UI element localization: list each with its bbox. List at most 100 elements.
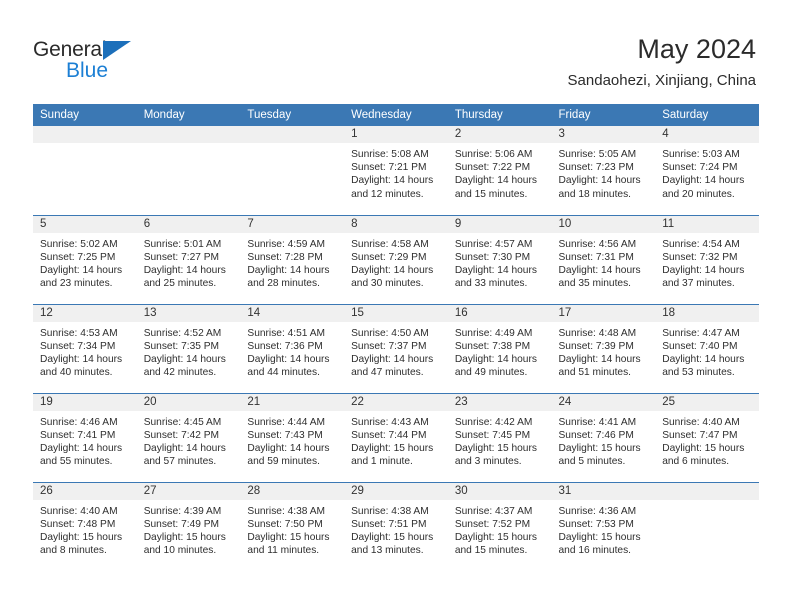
sunrise-text: Sunrise: 4:47 AM bbox=[662, 327, 740, 339]
day-number: 4 bbox=[655, 126, 759, 143]
calendar-day-cell[interactable]: 13 Sunrise: 4:52 AM Sunset: 7:35 PM Dayligh… bbox=[136, 303, 241, 393]
daylight-text-line2: and 51 minutes. bbox=[558, 367, 632, 379]
daylight-text-line2: and 10 minutes. bbox=[143, 545, 217, 557]
daylight-text-line2: and 35 minutes. bbox=[558, 278, 632, 290]
calendar-day-cell[interactable]: 26 Sunrise: 4:40 AM Sunset: 7:48 PM Dayligh… bbox=[33, 481, 137, 571]
calendar-day-cell[interactable]: 24 Sunrise: 4:41 AM Sunset: 7:46 PM Dayligh… bbox=[551, 392, 656, 482]
daylight-text-line1: Daylight: 14 hours bbox=[558, 175, 641, 187]
day-cell-content: 23 Sunrise: 4:42 AM Sunset: 7:45 PM Dayligh… bbox=[447, 393, 552, 482]
daylight-text-line1: Daylight: 14 hours bbox=[454, 264, 537, 276]
location-subtitle: Sandaohezi, Xinjiang, China bbox=[567, 72, 756, 89]
calendar-day-cell[interactable]: 12 Sunrise: 4:53 AM Sunset: 7:34 PM Dayligh… bbox=[33, 303, 137, 393]
calendar-day-cell bbox=[33, 126, 137, 215]
day-cell-content: 5 Sunrise: 5:02 AM Sunset: 7:25 PM Daylight… bbox=[33, 215, 137, 304]
sunset-text: Sunset: 7:35 PM bbox=[143, 340, 220, 352]
calendar-day-cell[interactable]: 8 Sunrise: 4:58 AM Sunset: 7:29 PM Daylight… bbox=[344, 214, 448, 304]
daylight-text-line2: and 13 minutes. bbox=[351, 545, 424, 557]
daylight-text-line2: and 6 minutes. bbox=[662, 456, 730, 468]
day-cell-content: 27 Sunrise: 4:39 AM Sunset: 7:49 PM Dayligh… bbox=[136, 482, 241, 571]
sunset-text: Sunset: 7:30 PM bbox=[454, 251, 531, 263]
day-number: 1 bbox=[344, 126, 448, 143]
day-cell-content: 16 Sunrise: 4:49 AM Sunset: 7:38 PM Dayligh… bbox=[447, 304, 552, 393]
calendar-day-cell[interactable]: 11 Sunrise: 4:54 AM Sunset: 7:32 PM Dayligh… bbox=[655, 214, 759, 304]
day-number: 17 bbox=[551, 304, 656, 322]
calendar-day-cell[interactable]: 22 Sunrise: 4:43 AM Sunset: 7:44 PM Dayligh… bbox=[344, 392, 448, 482]
day-details: Sunrise: 5:05 AM Sunset: 7:23 PM Daylight:… bbox=[552, 143, 656, 201]
day-number: 7 bbox=[240, 215, 345, 233]
calendar-day-cell[interactable]: 7 Sunrise: 4:59 AM Sunset: 7:28 PM Daylight… bbox=[240, 214, 345, 304]
day-number bbox=[136, 126, 241, 143]
sunset-text: Sunset: 7:38 PM bbox=[454, 340, 531, 352]
weekday-header-thursday: Thursday bbox=[447, 104, 552, 126]
day-details: Sunrise: 5:08 AM Sunset: 7:21 PM Daylight:… bbox=[344, 143, 448, 201]
calendar-day-cell bbox=[240, 126, 345, 215]
daylight-text-line2: and 3 minutes. bbox=[454, 456, 522, 468]
calendar-day-cell[interactable]: 9 Sunrise: 4:57 AM Sunset: 7:30 PM Daylight… bbox=[447, 214, 552, 304]
calendar-day-cell[interactable]: 23 Sunrise: 4:42 AM Sunset: 7:45 PM Dayligh… bbox=[447, 392, 552, 482]
day-cell-content: 22 Sunrise: 4:43 AM Sunset: 7:44 PM Dayligh… bbox=[344, 393, 448, 482]
calendar-day-cell[interactable]: 28 Sunrise: 4:38 AM Sunset: 7:50 PM Dayligh… bbox=[240, 481, 345, 571]
day-cell-content: 11 Sunrise: 4:54 AM Sunset: 7:32 PM Dayligh… bbox=[655, 215, 759, 304]
day-number: 6 bbox=[136, 215, 241, 233]
calendar-day-cell[interactable]: 3 Sunrise: 5:05 AM Sunset: 7:23 PM Daylight… bbox=[551, 126, 656, 215]
calendar-day-cell[interactable]: 14 Sunrise: 4:51 AM Sunset: 7:36 PM Dayligh… bbox=[240, 303, 345, 393]
calendar-day-cell[interactable]: 30 Sunrise: 4:37 AM Sunset: 7:52 PM Dayligh… bbox=[447, 481, 552, 571]
calendar-day-cell[interactable]: 15 Sunrise: 4:50 AM Sunset: 7:37 PM Dayligh… bbox=[344, 303, 448, 393]
sunset-text: Sunset: 7:45 PM bbox=[454, 429, 531, 441]
calendar-day-cell[interactable]: 20 Sunrise: 4:45 AM Sunset: 7:42 PM Dayligh… bbox=[136, 392, 241, 482]
day-cell-content bbox=[655, 482, 759, 571]
sunset-text: Sunset: 7:51 PM bbox=[351, 518, 427, 530]
calendar-day-cell[interactable]: 18 Sunrise: 4:47 AM Sunset: 7:40 PM Dayligh… bbox=[655, 303, 759, 393]
day-details: Sunrise: 4:53 AM Sunset: 7:34 PM Daylight:… bbox=[33, 322, 137, 380]
day-number: 26 bbox=[33, 482, 137, 500]
calendar-day-cell[interactable]: 21 Sunrise: 4:44 AM Sunset: 7:43 PM Dayligh… bbox=[240, 392, 345, 482]
calendar-day-cell[interactable]: 4 Sunrise: 5:03 AM Sunset: 7:24 PM Daylight… bbox=[655, 126, 759, 215]
sunset-text: Sunset: 7:25 PM bbox=[40, 251, 116, 263]
calendar-day-cell[interactable]: 10 Sunrise: 4:56 AM Sunset: 7:31 PM Dayligh… bbox=[551, 214, 656, 304]
sunset-text: Sunset: 7:41 PM bbox=[40, 429, 116, 441]
sunrise-text: Sunrise: 4:52 AM bbox=[143, 327, 222, 339]
sunset-text: Sunset: 7:29 PM bbox=[351, 251, 427, 263]
general-blue-logo[interactable]: General Blue bbox=[33, 38, 163, 86]
sunset-text: Sunset: 7:42 PM bbox=[143, 429, 220, 441]
sunrise-text: Sunrise: 4:48 AM bbox=[558, 327, 637, 339]
daylight-text-line2: and 23 minutes. bbox=[40, 278, 113, 290]
calendar-day-cell[interactable]: 6 Sunrise: 5:01 AM Sunset: 7:27 PM Daylight… bbox=[136, 214, 241, 304]
day-details: Sunrise: 5:03 AM Sunset: 7:24 PM Daylight:… bbox=[655, 143, 759, 201]
day-number bbox=[240, 126, 345, 143]
day-number: 16 bbox=[447, 304, 552, 322]
day-cell-content: 15 Sunrise: 4:50 AM Sunset: 7:37 PM Dayligh… bbox=[344, 304, 448, 393]
daylight-text-line2: and 47 minutes. bbox=[351, 367, 424, 379]
daylight-text-line2: and 55 minutes. bbox=[40, 456, 113, 468]
calendar-body: 1 Sunrise: 5:08 AM Sunset: 7:21 PM Daylight… bbox=[33, 126, 759, 571]
daylight-text-line1: Daylight: 14 hours bbox=[40, 264, 123, 276]
calendar-day-cell[interactable]: 2 Sunrise: 5:06 AM Sunset: 7:22 PM Daylight… bbox=[447, 126, 552, 215]
day-cell-content bbox=[136, 126, 241, 214]
calendar-day-cell[interactable]: 25 Sunrise: 4:40 AM Sunset: 7:47 PM Dayligh… bbox=[655, 392, 759, 482]
sunrise-text: Sunrise: 4:56 AM bbox=[558, 238, 637, 250]
calendar-day-cell[interactable]: 27 Sunrise: 4:39 AM Sunset: 7:49 PM Dayligh… bbox=[136, 481, 241, 571]
calendar-day-cell[interactable]: 29 Sunrise: 4:38 AM Sunset: 7:51 PM Dayligh… bbox=[344, 481, 448, 571]
calendar-week-row: 5 Sunrise: 5:02 AM Sunset: 7:25 PM Daylight… bbox=[33, 214, 759, 304]
day-number: 31 bbox=[551, 482, 656, 500]
calendar-day-cell[interactable]: 31 Sunrise: 4:36 AM Sunset: 7:53 PM Dayligh… bbox=[551, 481, 656, 571]
sunset-text: Sunset: 7:53 PM bbox=[558, 518, 634, 530]
day-details: Sunrise: 5:06 AM Sunset: 7:22 PM Daylight:… bbox=[448, 143, 552, 201]
sunrise-text: Sunrise: 4:44 AM bbox=[247, 416, 325, 428]
calendar-day-cell[interactable]: 19 Sunrise: 4:46 AM Sunset: 7:41 PM Dayligh… bbox=[33, 392, 137, 482]
day-number: 3 bbox=[551, 126, 656, 143]
calendar-day-cell[interactable]: 17 Sunrise: 4:48 AM Sunset: 7:39 PM Dayligh… bbox=[551, 303, 656, 393]
calendar-day-cell[interactable]: 5 Sunrise: 5:02 AM Sunset: 7:25 PM Daylight… bbox=[33, 214, 137, 304]
day-details: Sunrise: 4:57 AM Sunset: 7:30 PM Daylight:… bbox=[448, 233, 552, 291]
sunset-text: Sunset: 7:24 PM bbox=[662, 162, 738, 174]
calendar-day-cell[interactable]: 1 Sunrise: 5:08 AM Sunset: 7:21 PM Daylight… bbox=[344, 126, 448, 215]
daylight-text-line2: and 20 minutes. bbox=[662, 188, 735, 200]
day-number: 5 bbox=[33, 215, 137, 233]
sunset-text: Sunset: 7:48 PM bbox=[40, 518, 116, 530]
triangle-icon bbox=[103, 41, 131, 60]
day-number: 15 bbox=[344, 304, 448, 322]
sunrise-text: Sunrise: 5:08 AM bbox=[351, 149, 429, 160]
day-cell-content bbox=[33, 126, 137, 214]
calendar-table: Sunday Monday Tuesday Wednesday Thursday… bbox=[33, 104, 759, 571]
calendar-day-cell[interactable]: 16 Sunrise: 4:49 AM Sunset: 7:38 PM Dayligh… bbox=[447, 303, 552, 393]
